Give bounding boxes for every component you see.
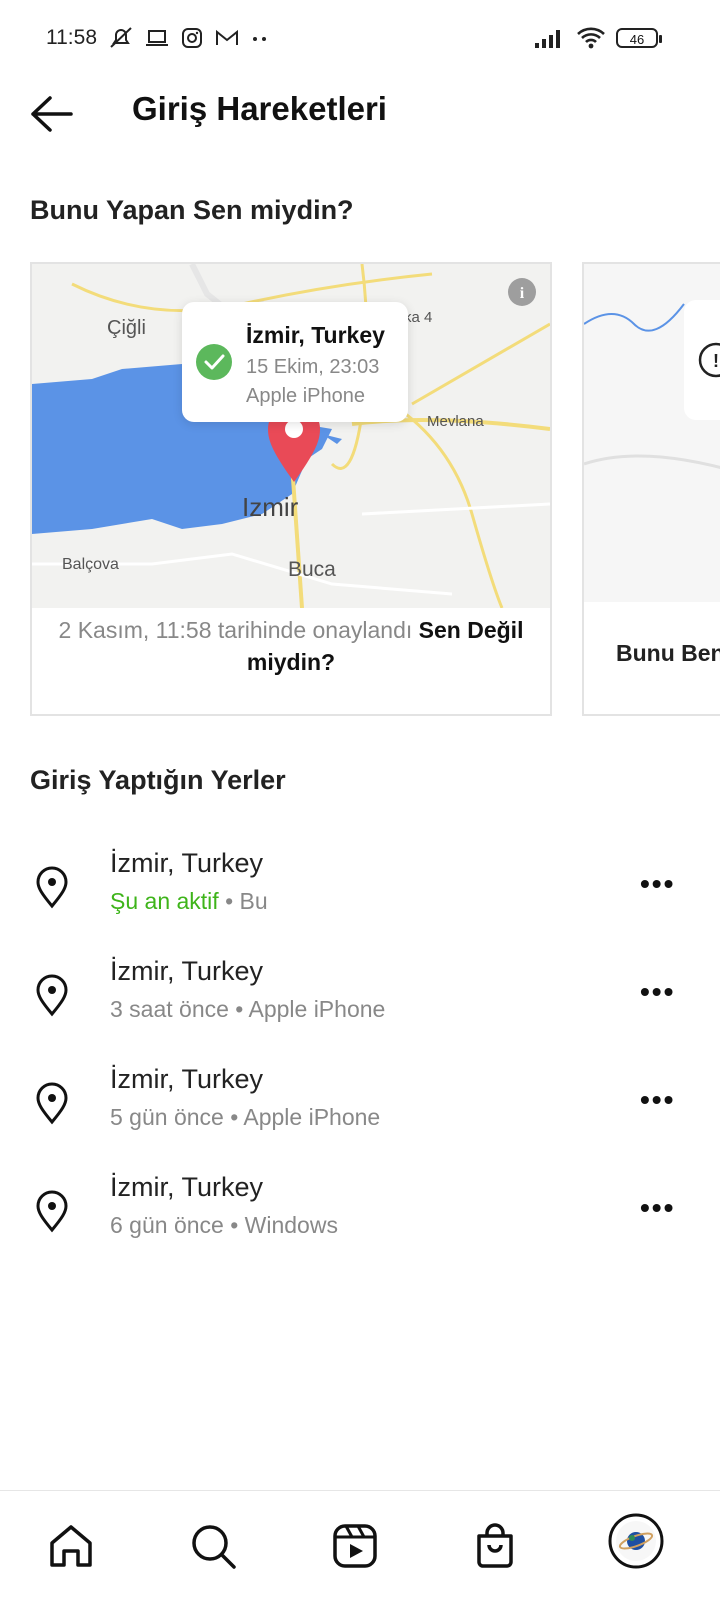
map-label: Balçova [62,556,119,573]
battery-icon: 46 [616,28,662,48]
more-options-button[interactable]: ••• [640,1192,675,1224]
map-label: Mevlana [427,413,484,430]
location-pin-icon [36,974,68,1017]
wifi-icon [577,27,605,49]
section-title-login-places: Giriş Yaptığın Yerler [30,765,286,795]
status-time: 11:58 [46,26,97,49]
location-popup: İzmir, Turkey 15 Ekim, 23:03 Apple iPhon… [182,302,408,422]
svg-text:!: ! [713,351,719,371]
map-label: Çiğli [107,317,146,339]
gmail-icon [216,29,238,45]
more-options-button[interactable]: ••• [640,1084,675,1116]
section-title-was-it-you: Bunu Yapan Sen miydin? [30,195,354,225]
login-detail: 5 gün önce • Apple iPhone [110,1104,381,1130]
login-activity-card-2[interactable]: ! Bunu Ben [582,262,720,716]
laptop-icon [146,30,168,46]
nav-search-button[interactable] [186,1519,240,1573]
reels-icon [333,1524,377,1568]
card-footer: 2 Kasım, 11:58 tarihinde onaylandı Sen D… [32,614,550,678]
list-item[interactable]: İzmir, Turkey 5 gün önce • Apple iPhone … [0,1064,720,1164]
status-bar: 11:58 46 [0,0,720,80]
bottom-nav [0,1490,720,1601]
instagram-icon [182,28,202,48]
login-detail: 6 gün önce • Windows [110,1212,338,1238]
check-circle-icon [196,344,232,380]
card2-text[interactable]: Bunu Ben [616,640,720,667]
more-options-button[interactable]: ••• [640,868,675,900]
map-label: Izmir [242,492,299,522]
nav-profile-button[interactable] [608,1513,664,1569]
login-location: İzmir, Turkey [110,1064,264,1094]
page-title: Giriş Hareketleri [132,90,387,127]
location-pin-icon [36,866,68,909]
more-options-button[interactable]: ••• [640,976,675,1008]
login-detail: Bu [239,888,268,914]
location-pin-icon [36,1082,68,1125]
nav-home-button[interactable] [44,1519,98,1573]
mute-bell-icon [110,27,132,48]
more-notifications-icon [253,37,266,41]
list-item[interactable]: İzmir, Turkey 3 saat önce • Apple iPhone… [0,956,720,1056]
map-label: ka 4 [404,309,432,326]
confirmed-text: 2 Kasım, 11:58 tarihinde onaylandı [58,617,413,643]
popup-device: Apple iPhone [246,385,365,407]
svg-text:i: i [520,285,525,302]
popup-location: İzmir, Turkey [246,322,385,348]
login-location: İzmir, Turkey [110,848,264,878]
login-detail: 3 saat önce • Apple iPhone [110,996,386,1022]
search-icon [192,1525,236,1569]
location-pin-icon [36,1190,68,1233]
map-label: Buca [288,558,336,581]
map: i Çiğli ka 4 Mevlana Izmir Balçova Buca … [32,264,550,608]
login-activity-card[interactable]: i Çiğli ka 4 Mevlana Izmir Balçova Buca … [30,262,552,716]
login-location: İzmir, Turkey [110,1172,264,1202]
popup-date: 15 Ekim, 23:03 [246,356,380,378]
home-icon [50,1525,92,1567]
back-button[interactable] [28,92,76,136]
profile-avatar [608,1513,664,1569]
nav-shop-button[interactable] [468,1519,522,1573]
active-now-label: Şu an aktif [110,888,219,914]
nav-reels-button[interactable] [328,1519,382,1573]
back-arrow-icon [31,96,73,132]
status-notification-icons [108,26,270,50]
signal-icon [535,30,560,48]
login-meta: Şu an aktif • Bu [110,888,268,914]
list-item[interactable]: İzmir, Turkey Şu an aktif • Bu ••• [0,848,720,948]
login-location: İzmir, Turkey [110,956,264,986]
shop-icon [477,1523,513,1568]
status-system-icons: 46 [534,26,662,50]
list-item[interactable]: İzmir, Turkey 6 gün önce • Windows ••• [0,1172,720,1272]
